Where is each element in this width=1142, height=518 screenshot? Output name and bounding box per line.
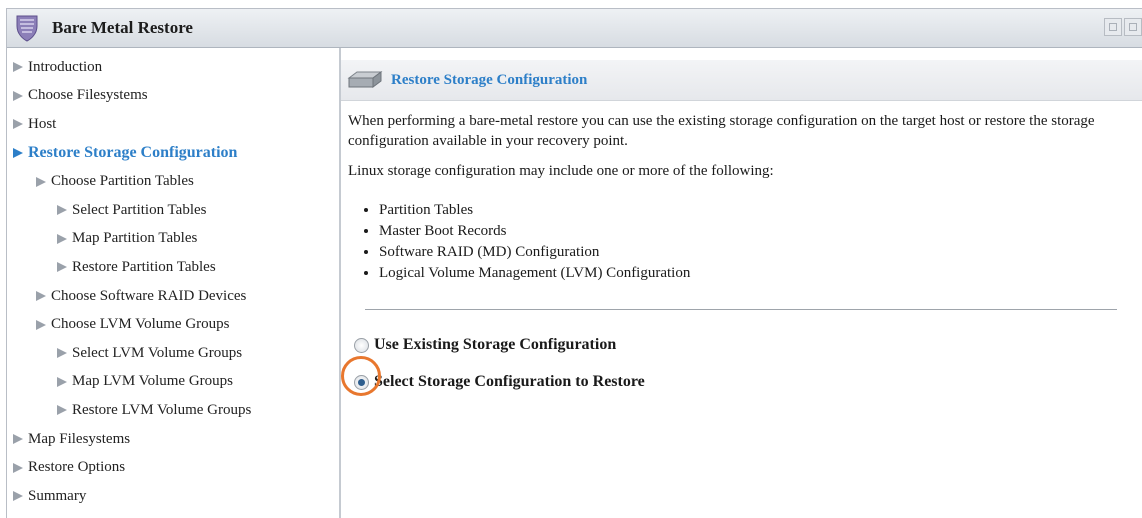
nav-item[interactable]: Select Partition Tables	[7, 196, 339, 225]
nav-item[interactable]: Host	[7, 110, 339, 139]
nav-list: Introduction Choose Filesystems Host Restor…	[7, 48, 339, 511]
use-existing-storage-option[interactable]: Use Existing Storage Configuration	[354, 336, 616, 354]
nav-item-label: Select Partition Tables	[72, 201, 207, 218]
main-content: Restore Storage Configuration When perfo…	[341, 48, 1142, 518]
arrow-right-icon	[13, 491, 23, 502]
restore-window-button[interactable]	[1104, 18, 1122, 36]
nav-item-label: Host	[28, 115, 57, 132]
section-header: Restore Storage Configuration	[341, 60, 1142, 101]
section-title: Restore Storage Configuration	[391, 71, 588, 88]
window-controls	[1102, 18, 1142, 36]
nav-item[interactable]: Restore Options	[7, 453, 339, 482]
nav-item-label: Map Filesystems	[28, 430, 131, 447]
arrow-right-icon	[57, 205, 67, 216]
arrow-right-icon	[36, 319, 46, 330]
nav-item-label: Restore Storage Configuration	[28, 144, 238, 162]
nav-item-label: Introduction	[28, 58, 103, 75]
nav-item[interactable]: Choose LVM Volume Groups	[7, 310, 339, 339]
arrow-right-icon	[13, 462, 23, 473]
storage-paragraph: Linux storage configuration may include …	[348, 163, 774, 179]
arrow-right-icon	[13, 62, 23, 73]
arrow-right-icon	[57, 262, 67, 273]
wizard-navigation: Introduction Choose Filesystems Host Restor…	[7, 48, 341, 518]
bare-metal-restore-window: Bare Metal Restore Introduction Choose Fi…	[6, 8, 1142, 518]
arrow-right-icon	[13, 148, 23, 159]
intro-paragraph: When performing a bare-metal restore you…	[348, 113, 1095, 149]
nav-item-label: Choose LVM Volume Groups	[51, 316, 230, 333]
nav-item[interactable]: Map Filesystems	[7, 425, 339, 454]
storage-list: Partition Tables Master Boot Records Sof…	[348, 200, 1122, 284]
nav-item[interactable]: Choose Filesystems	[7, 82, 339, 111]
arrow-right-icon	[57, 348, 67, 359]
nav-item-label: Summary	[28, 487, 87, 504]
nav-item-label: Choose Software RAID Devices	[51, 287, 247, 304]
use-existing-radio[interactable]	[354, 337, 369, 353]
divider	[365, 309, 1117, 310]
close-window-button[interactable]	[1124, 18, 1142, 36]
shield-icon	[16, 15, 38, 42]
nav-item[interactable]: Choose Software RAID Devices	[7, 282, 339, 311]
nav-item-label: Choose Filesystems	[28, 87, 148, 104]
nav-item-label: Choose Partition Tables	[51, 173, 194, 190]
select-storage-radio[interactable]	[354, 374, 369, 390]
disk-icon	[347, 71, 383, 88]
nav-item[interactable]: Select LVM Volume Groups	[7, 339, 339, 368]
arrow-right-icon	[13, 434, 23, 445]
nav-item[interactable]: Map LVM Volume Groups	[7, 368, 339, 397]
nav-item[interactable]: Restore LVM Volume Groups	[7, 396, 339, 425]
nav-item[interactable]: Map Partition Tables	[7, 225, 339, 254]
nav-item[interactable]: Introduction	[7, 53, 339, 82]
list-item: Logical Volume Management (LVM) Configur…	[379, 263, 1122, 284]
nav-item-label: Map Partition Tables	[72, 230, 198, 247]
nav-item-label: Select LVM Volume Groups	[72, 344, 243, 361]
arrow-right-icon	[13, 90, 23, 101]
title-bar: Bare Metal Restore	[7, 9, 1142, 48]
nav-item-label: Restore LVM Volume Groups	[72, 401, 252, 418]
list-item: Software RAID (MD) Configuration	[379, 242, 1122, 263]
description: When performing a bare-metal restore you…	[348, 108, 1122, 284]
nav-item-label: Restore Options	[28, 459, 126, 476]
nav-item[interactable]: Restore Storage Configuration	[7, 139, 339, 168]
nav-item[interactable]: Restore Partition Tables	[7, 253, 339, 282]
nav-item-label: Restore Partition Tables	[72, 258, 216, 275]
use-existing-label: Use Existing Storage Configuration	[374, 336, 617, 353]
list-item: Master Boot Records	[379, 221, 1122, 242]
arrow-right-icon	[57, 233, 67, 244]
arrow-right-icon	[57, 376, 67, 387]
select-storage-label: Select Storage Configuration to Restore	[374, 373, 645, 390]
window-title: Bare Metal Restore	[52, 18, 193, 37]
select-storage-option[interactable]: Select Storage Configuration to Restore	[354, 373, 645, 391]
nav-item[interactable]: Choose Partition Tables	[7, 167, 339, 196]
arrow-right-icon	[36, 291, 46, 302]
arrow-right-icon	[13, 119, 23, 130]
nav-item[interactable]: Summary	[7, 482, 339, 511]
nav-item-label: Map LVM Volume Groups	[72, 373, 233, 390]
list-item: Partition Tables	[379, 200, 1122, 221]
arrow-right-icon	[36, 176, 46, 187]
arrow-right-icon	[57, 405, 67, 416]
